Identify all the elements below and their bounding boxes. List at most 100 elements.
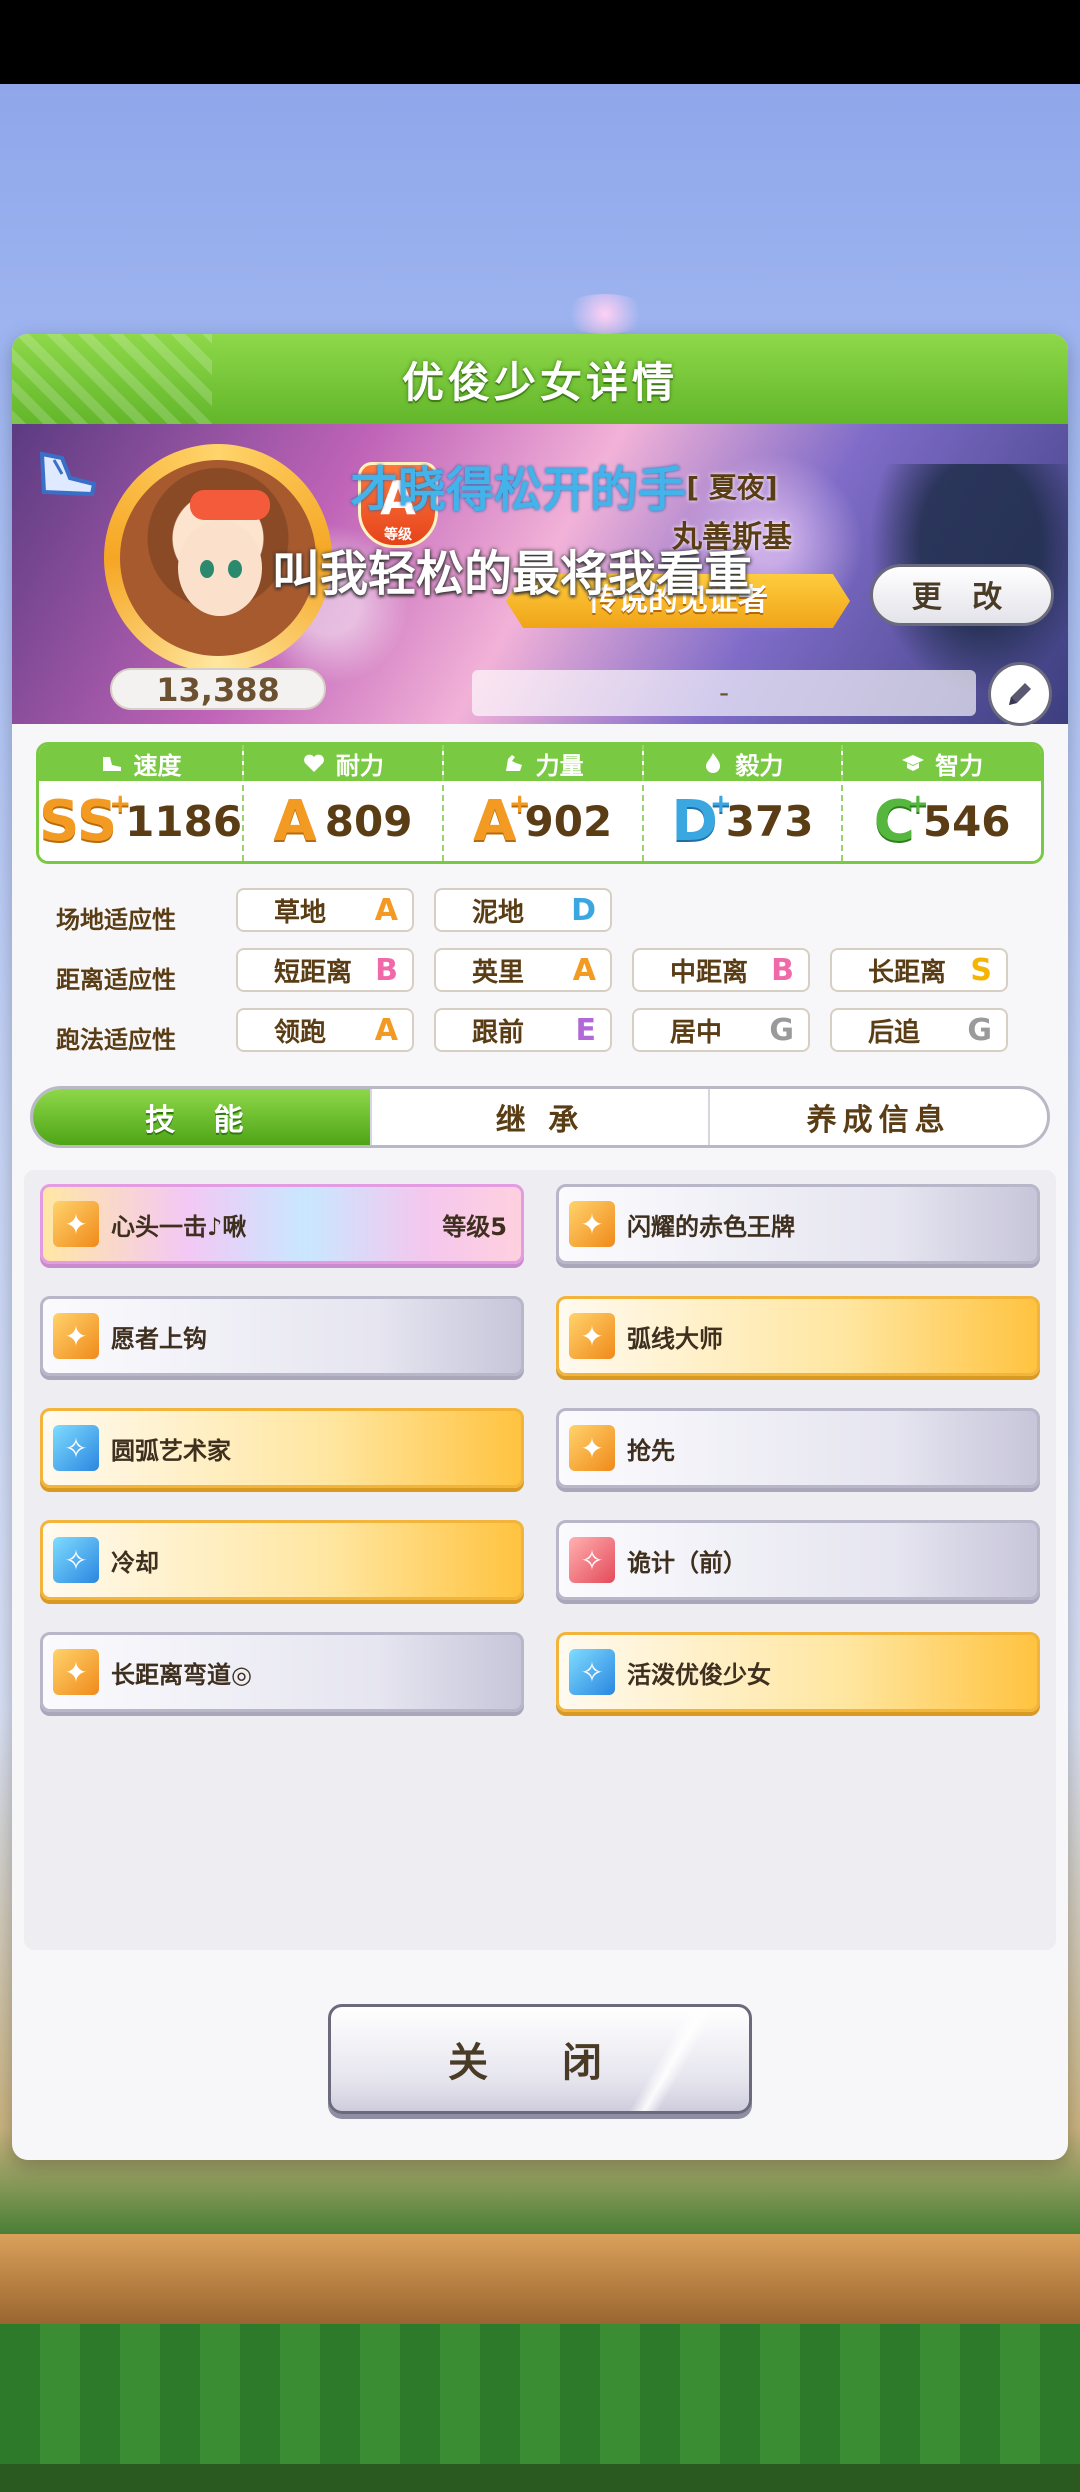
- background-light: [560, 294, 650, 334]
- stat-label: 智力: [935, 751, 984, 780]
- muscle-icon: [505, 755, 522, 771]
- skill-icon: ✧: [569, 1649, 615, 1695]
- stat-label: 力量: [535, 751, 584, 780]
- stat-header: 智力: [843, 745, 1041, 781]
- portrait-eye-left: [200, 560, 214, 578]
- skill-icon: ✦: [569, 1313, 615, 1359]
- stat-header: 耐力: [244, 745, 442, 781]
- skill-level: 等级5: [442, 1212, 507, 1241]
- skill-item[interactable]: ✦ 心头一击♪啾 等级5: [40, 1184, 524, 1264]
- aptitude-dirt: 泥地 D: [434, 888, 612, 932]
- stat-body: D + 373: [644, 781, 842, 861]
- header-pattern: [12, 334, 212, 424]
- dialog-header: 优俊少女详情: [12, 334, 1068, 424]
- stat-label: 速度: [133, 751, 182, 780]
- stat-value: 546: [922, 796, 1011, 846]
- heart-sunglasses: [190, 490, 270, 520]
- stat-power: 力量 A + 902: [443, 745, 644, 861]
- skill-name: 心头一击♪啾: [111, 1212, 247, 1241]
- graduation-cap-icon: [902, 755, 925, 771]
- stat-wisdom: 智力 C + 546: [843, 745, 1041, 861]
- skill-name: 抢先: [627, 1436, 675, 1465]
- stat-value: 1186: [125, 796, 243, 846]
- horse-girl-detail-dialog: 优俊少女详情 A 等级 [ 夏夜] 丸善斯基 传说的见证者 更 改 13,388…: [12, 334, 1068, 2160]
- skill-icon: ✦: [53, 1201, 99, 1247]
- portrait-eye-right: [228, 560, 242, 578]
- skill-icon: ✧: [569, 1537, 615, 1583]
- skill-name: 愿者上钩: [111, 1324, 207, 1353]
- stat-header: 毅力: [643, 745, 842, 781]
- skill-icon: ✦: [53, 1313, 99, 1359]
- skill-item[interactable]: ✧ 活泼优俊少女: [556, 1632, 1040, 1712]
- stat-header: 力量: [443, 745, 642, 781]
- skill-item[interactable]: ✦ 愿者上钩: [40, 1296, 524, 1376]
- stat-speed: 速度 SS + 1186: [39, 745, 245, 861]
- background-fence: [0, 2234, 1080, 2324]
- stat-grade: A: [273, 788, 317, 854]
- lyrics-line-1: 才晓得松开的手: [350, 462, 687, 518]
- edit-comment-button[interactable]: [988, 662, 1052, 726]
- track-aptitude-label: 场地适应性: [56, 906, 176, 934]
- stat-label: 耐力: [335, 751, 384, 780]
- stat-body: A 809: [244, 781, 442, 861]
- close-button[interactable]: 关 闭: [328, 2004, 752, 2114]
- skill-name: 闪耀的赤色王牌: [627, 1212, 795, 1241]
- comment-field: -: [472, 670, 976, 716]
- stat-header: 速度: [39, 745, 243, 781]
- skill-icon: ✦: [569, 1201, 615, 1247]
- skill-item[interactable]: ✧ 圆弧艺术家: [40, 1408, 524, 1488]
- stat-body: A + 902: [444, 781, 642, 861]
- stat-value: 373: [725, 796, 814, 846]
- button-shine: [629, 2007, 719, 2111]
- tab-skills[interactable]: 技 能: [33, 1089, 372, 1145]
- tab-inheritance[interactable]: 继 承: [372, 1089, 711, 1145]
- heart-icon: [304, 754, 324, 772]
- background-track: [0, 2464, 1080, 2492]
- skill-name: 诡计（前）: [627, 1548, 747, 1577]
- aptitude-medium: 中距离 B: [632, 948, 810, 992]
- skill-icon: ✦: [53, 1649, 99, 1695]
- stat-stamina: 耐力 A 809: [244, 745, 444, 861]
- skill-item[interactable]: ✦ 长距离弯道◎: [40, 1632, 524, 1712]
- skill-item[interactable]: ✦ 闪耀的赤色王牌: [556, 1184, 1040, 1264]
- skill-item[interactable]: ✧ 冷却: [40, 1520, 524, 1600]
- tab-training-info[interactable]: 养成信息: [710, 1089, 1047, 1145]
- background-grass: [0, 2324, 1080, 2464]
- stats-panel: 速度 SS + 1186 耐力 A 809 力量 A + 902 毅力 D + …: [36, 742, 1044, 864]
- aptitude-pace-chaser: 跟前 E: [434, 1008, 612, 1052]
- aptitude-short: 短距离 B: [236, 948, 414, 992]
- pencil-icon: [1009, 683, 1031, 705]
- close-label: 关 闭: [448, 2040, 632, 2086]
- stat-grade: A +: [473, 788, 531, 854]
- aptitude-end-closer: 后追 G: [830, 1008, 1008, 1052]
- detail-tabs: 技 能 继 承 养成信息: [30, 1086, 1050, 1148]
- stat-label: 毅力: [735, 751, 784, 780]
- change-button[interactable]: 更 改: [870, 564, 1054, 626]
- skill-name: 弧线大师: [627, 1324, 723, 1353]
- fan-count: 13,388: [110, 668, 326, 710]
- skill-name: 圆弧艺术家: [111, 1436, 231, 1465]
- skill-item[interactable]: ✧ 诡计（前）: [556, 1520, 1040, 1600]
- aptitude-front-runner: 领跑 A: [236, 1008, 414, 1052]
- distance-aptitude-label: 距离适应性: [56, 966, 176, 994]
- skill-name: 冷却: [111, 1548, 159, 1577]
- stat-guts: 毅力 D + 373: [643, 745, 844, 861]
- stat-grade: C +: [873, 788, 929, 854]
- skill-item[interactable]: ✦ 弧线大师: [556, 1296, 1040, 1376]
- aptitude-long: 长距离 S: [830, 948, 1008, 992]
- lyrics-line-2: 叫我轻松的最将我看重: [272, 546, 753, 602]
- stat-body: C + 546: [843, 781, 1041, 861]
- stat-value: 809: [324, 796, 413, 846]
- skill-item[interactable]: ✦ 抢先: [556, 1408, 1040, 1488]
- stat-grade: D +: [671, 788, 732, 854]
- stat-grade: SS +: [39, 788, 132, 854]
- portrait-face: [178, 520, 262, 616]
- skill-icon: ✧: [53, 1537, 99, 1583]
- aptitude-turf: 草地 A: [236, 888, 414, 932]
- skill-name: 长距离弯道◎: [111, 1660, 252, 1689]
- skill-icon: ✦: [569, 1425, 615, 1471]
- shoe-icon: [102, 757, 121, 771]
- stat-value: 902: [524, 796, 613, 846]
- shoe-icon: [39, 451, 97, 497]
- stat-body: SS + 1186: [39, 781, 242, 861]
